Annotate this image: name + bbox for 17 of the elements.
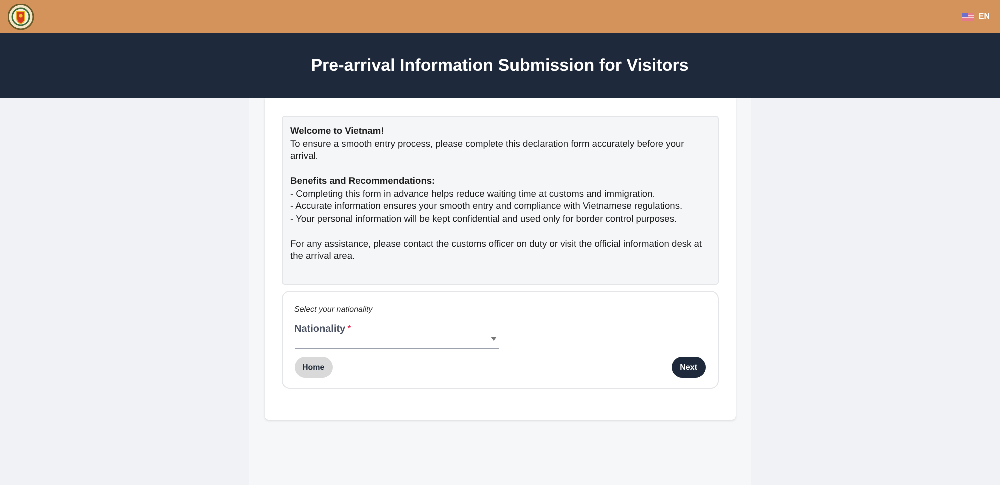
benefit-line: - Your personal information will be kept confidential and used only for border control purposes. — [290, 212, 678, 225]
benefit-line: - Completing this form in advance helps reduce waiting time at customs and immigration. — [290, 188, 656, 200]
welcome-text: To ensure a smooth entry process, please complete this declaration form accurately before your arrival. — [290, 138, 686, 162]
hint-text: Select your nationality — [294, 304, 374, 316]
home-button[interactable]: Home — [294, 357, 333, 378]
emblem-logo — [8, 4, 34, 30]
assistance-text: For any assistance, please contact the customs officer on duty or visit the official information desk at the arrival area. — [290, 238, 704, 262]
benefit-line: - Accurate information ensures your smooth entry and compliance with Vietnamese regulations. — [290, 200, 684, 212]
benefits-title: Benefits and Recommendations: — [290, 175, 436, 188]
caret-icon — [490, 337, 496, 341]
next-button[interactable]: Next — [672, 357, 706, 378]
welcome-title: Welcome to Vietnam! — [290, 125, 386, 138]
required-mark: * — [348, 324, 352, 334]
flag-icon — [962, 12, 974, 20]
page-title: Pre-arrival Information Submission for Visitors — [311, 54, 689, 77]
field-label: Nationality — [294, 323, 346, 337]
nationality-select[interactable] — [294, 337, 498, 349]
